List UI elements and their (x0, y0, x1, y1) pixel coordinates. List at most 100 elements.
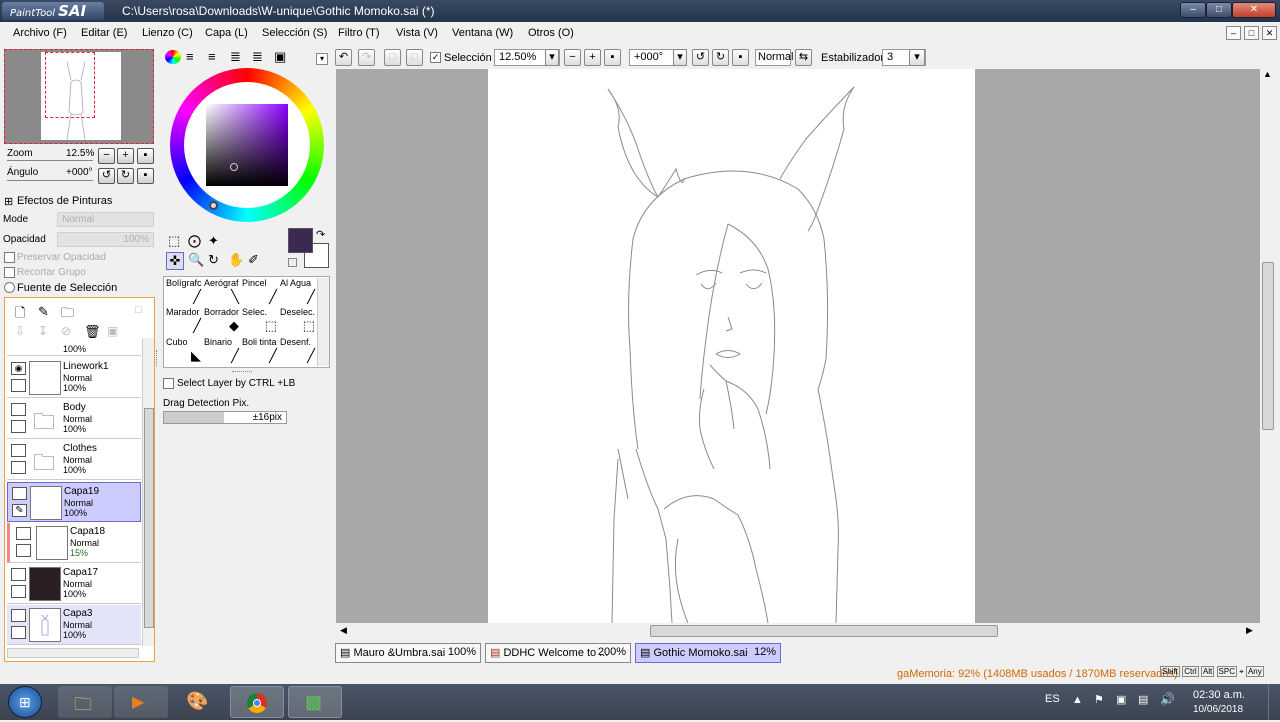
tool-brush[interactable]: Pincel ╱ (242, 278, 280, 307)
zoom-slider[interactable] (7, 160, 93, 161)
mdi-close-button[interactable]: ✕ (1262, 26, 1277, 40)
hsv-slider-tab-icon[interactable]: ≡ (208, 49, 216, 64)
tool-airbrush[interactable]: Aerógraf ╲ (204, 278, 242, 307)
visibility-toggle[interactable] (11, 444, 26, 457)
tool-blur[interactable]: Desenf. ╱ (280, 337, 318, 366)
zoom-tool-icon[interactable]: 🔍 (188, 252, 204, 268)
flip-horizontal-button[interactable]: ⇆ (795, 49, 812, 66)
toolbar-rotate-reset-button[interactable]: ▪ (732, 49, 749, 66)
mode-select[interactable]: Normal (57, 212, 154, 227)
swatch-tab-icon[interactable]: ≣ (252, 49, 263, 65)
stabilizer-dropdown-icon[interactable]: ▾ (909, 49, 925, 66)
effects-header[interactable]: Efectos de Pinturas (17, 195, 112, 207)
network-icon[interactable]: ▤ (1138, 693, 1148, 706)
show-desktop-button[interactable] (1268, 684, 1280, 720)
flag-icon[interactable]: ⚑ (1094, 693, 1104, 706)
tool-select-brush[interactable]: Selec. ⬚ (242, 307, 280, 336)
clock-date[interactable]: 10/06/2018 (1193, 704, 1243, 715)
eyedropper-icon[interactable]: ✐ (248, 252, 259, 268)
new-linework-layer-icon[interactable]: ✎ (38, 304, 49, 320)
close-button[interactable]: ✕ (1232, 2, 1276, 18)
canvas-vscroll-thumb[interactable] (1262, 262, 1274, 430)
doc-tab[interactable]: ▤ Mauro &Umbra.sai 100% (335, 643, 481, 663)
visibility-toggle[interactable] (11, 609, 26, 622)
mdi-restore-button[interactable]: □ (1244, 26, 1259, 40)
language-indicator[interactable]: ES (1045, 693, 1060, 705)
deselect-button[interactable]: □ (384, 49, 401, 66)
hand-tool-icon[interactable]: ✋ (228, 252, 244, 268)
visibility-toggle[interactable] (16, 527, 31, 540)
tool-bucket[interactable]: Cubo ◣ (166, 337, 204, 366)
tool-grid-scrollbar[interactable] (317, 278, 329, 366)
toolbar-zoom-out-button[interactable]: − (564, 49, 581, 66)
undo-button[interactable]: ↶ (335, 49, 352, 66)
navigator-viewport[interactable] (45, 52, 95, 118)
taskbar-sai[interactable]: ▩ (288, 686, 342, 718)
layer-row-selected[interactable]: ✎ Capa19 Normal 100% (7, 482, 141, 522)
device-icon[interactable]: ▣ (1116, 693, 1126, 706)
lock-toggle[interactable] (11, 585, 26, 598)
new-folder-icon[interactable]: 🗀 (61, 304, 74, 326)
angle-dropdown-icon[interactable]: ▾ (673, 49, 687, 66)
brush-icon[interactable]: ✎ (12, 504, 27, 517)
menu-editar[interactable]: Editar (E) (81, 27, 127, 39)
new-layer-icon[interactable]: 🗋 (15, 304, 25, 326)
mix-tab-icon[interactable]: ≣ (230, 49, 241, 65)
rotate-left-button[interactable]: ↺ (98, 168, 115, 184)
menu-archivo[interactable]: Archivo (F) (13, 27, 67, 39)
preserve-opacity-checkbox[interactable] (4, 252, 15, 263)
toolbar-rotate-left-button[interactable]: ↺ (692, 49, 709, 66)
opacity-slider[interactable]: 100% (57, 232, 154, 247)
tool-watercolor[interactable]: Al Agua ╱ (280, 278, 318, 307)
doc-tab-active[interactable]: ▤ Gothic Momoko.sai 12% (635, 643, 781, 663)
tool-ink-pen[interactable]: Boli tinta ╱ (242, 337, 280, 366)
rotate-tool-icon[interactable]: ↻ (208, 252, 219, 268)
taskbar-media[interactable]: ▶ (114, 686, 168, 718)
visibility-toggle[interactable] (11, 568, 26, 581)
transparent-color-icon[interactable] (288, 258, 297, 267)
angle-slider[interactable] (7, 180, 93, 181)
scratchpad-tab-icon[interactable]: ▣ (274, 49, 286, 65)
volume-icon[interactable]: 🔊 (1160, 692, 1175, 706)
hue-cursor[interactable] (209, 201, 218, 210)
select-layer-checkbox[interactable] (163, 378, 174, 389)
visibility-toggle[interactable] (12, 487, 27, 500)
layer-scroll-thumb[interactable] (144, 408, 154, 628)
redo-button[interactable]: ↷ (358, 49, 375, 66)
magic-wand-icon[interactable]: ✦ (208, 233, 219, 249)
layer-misc-icon[interactable]: ▣ (107, 324, 118, 338)
rotate-reset-button[interactable]: ▪ (137, 168, 154, 184)
clip-group-checkbox[interactable] (4, 267, 15, 278)
menu-filtro[interactable]: Filtro (T) (338, 27, 380, 39)
clear-layer-icon[interactable]: ⊘ (61, 324, 71, 338)
lock-toggle[interactable] (11, 420, 26, 433)
layer-option-icon[interactable]: □ (135, 304, 142, 316)
lock-toggle[interactable] (11, 379, 26, 392)
selection-source-radio[interactable] (4, 282, 15, 293)
zoom-in-button[interactable]: + (117, 148, 134, 164)
menu-capa[interactable]: Capa (L) (205, 27, 248, 39)
layer-row[interactable]: 🗀 Clothes Normal 100% (7, 440, 141, 480)
start-button[interactable]: ⊞ (8, 686, 42, 718)
minimize-button[interactable]: – (1180, 2, 1206, 18)
menu-seleccion[interactable]: Selección (S) (262, 27, 327, 39)
layer-row[interactable]: 🗀 Body Normal 100% (7, 399, 141, 439)
tool-marker[interactable]: Marador ╱ (166, 307, 204, 336)
rgb-slider-tab-icon[interactable]: ≡ (186, 49, 194, 64)
rect-select-icon[interactable]: ⬚ (168, 233, 180, 249)
layer-row[interactable]: Capa18 Normal 15% (7, 523, 141, 563)
tool-pen[interactable]: Bolígrafc ╱ (166, 278, 204, 307)
toolbar-rotate-right-button[interactable]: ↻ (712, 49, 729, 66)
tool-binary[interactable]: Binario ╱ (204, 337, 242, 366)
canvas-vertical-scrollbar[interactable]: ▲ (1260, 69, 1276, 623)
sv-cursor[interactable] (230, 163, 238, 171)
zoom-dropdown-icon[interactable]: ▾ (545, 49, 559, 66)
move-tool-icon[interactable]: ✜ (166, 252, 184, 270)
panel-splitter-h[interactable] (232, 371, 252, 373)
menu-ventana[interactable]: Ventana (W) (452, 27, 513, 39)
navigator-preview[interactable] (4, 49, 154, 144)
clock-time[interactable]: 02:30 a.m. (1193, 689, 1245, 701)
scroll-left-icon[interactable]: ◀ (340, 625, 347, 636)
scroll-up-icon[interactable]: ▲ (1263, 69, 1272, 79)
canvas-paper[interactable] (488, 69, 975, 624)
